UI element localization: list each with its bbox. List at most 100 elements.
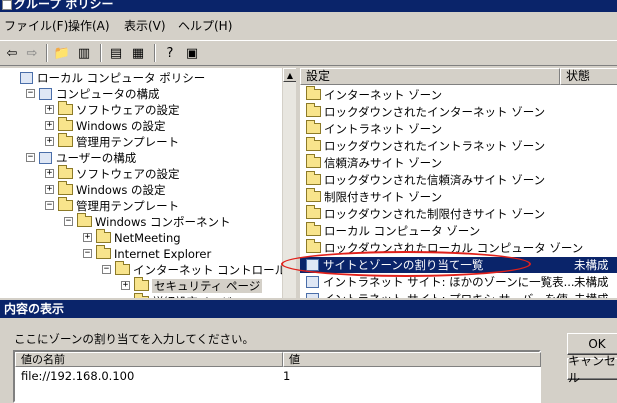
collapse-minus-icon[interactable]: − <box>102 265 111 274</box>
settings-row[interactable]: ロックダウンされた制限付きサイト ゾーン <box>300 205 617 222</box>
column-header-value[interactable]: 値 <box>283 352 541 367</box>
tree-item[interactable]: コンピュータの構成 <box>39 86 160 102</box>
folder-icon <box>115 261 130 275</box>
collapse-minus-icon[interactable]: − <box>64 217 73 226</box>
collapse-minus-icon[interactable]: − <box>83 249 92 258</box>
folder-icon <box>306 120 321 134</box>
folder-icon <box>134 277 149 291</box>
export-list-icon[interactable]: ▦ <box>128 44 148 62</box>
settings-row-label: ロックダウンされた信頼済みサイト ゾーン <box>324 173 546 187</box>
cancel-button[interactable]: キャンセル <box>567 354 617 385</box>
collapse-minus-icon[interactable]: − <box>26 153 35 162</box>
tree-item[interactable]: Windows の設定 <box>58 181 166 198</box>
settings-row-label: ローカル コンピュータ ゾーン <box>324 224 481 238</box>
settings-row[interactable]: サイトとゾーンの割り当て一覧 未構成 <box>300 257 617 273</box>
expand-plus-icon[interactable]: + <box>45 185 54 194</box>
collapse-minus-icon[interactable]: − <box>26 89 35 98</box>
settings-row-label: イントラネット サイト: ほかのゾーンに一覧表... <box>323 275 575 289</box>
settings-row[interactable]: ロックダウンされたインターネット ゾーン <box>300 103 617 120</box>
settings-row[interactable]: 信頼済みサイト ゾーン <box>300 154 617 171</box>
column-header-state[interactable]: 状態 <box>560 68 617 85</box>
settings-row-label: イントラネット サイト: プロキシ サーバーを使... <box>323 292 579 298</box>
expand-plus-icon[interactable]: + <box>83 233 92 242</box>
settings-row[interactable]: ロックダウンされたローカル コンピュータ ゾーン <box>300 239 617 256</box>
expand-plus-icon[interactable]: + <box>45 137 54 146</box>
folder-icon <box>306 239 321 253</box>
folder-icon <box>306 205 321 219</box>
tree-item-label: 管理用テンプレート <box>76 135 180 149</box>
dialog-prompt: ここにゾーンの割り当てを入力してください。 <box>14 332 255 346</box>
menu-help[interactable]: ヘルプ(H) <box>178 19 232 33</box>
expand-plus-icon[interactable]: + <box>45 105 54 114</box>
tree-item[interactable]: ユーザーの構成 <box>39 150 136 166</box>
settings-row[interactable]: ロックダウンされた信頼済みサイト ゾーン <box>300 171 617 188</box>
forward-arrow-icon[interactable]: ⇨ <box>22 44 42 62</box>
show-contents-dialog: 内容の表示 ここにゾーンの割り当てを入力してください。 値の名前 値 file:… <box>0 300 617 403</box>
tree-item[interactable]: NetMeeting <box>96 229 181 246</box>
up-folder-icon[interactable]: 📁 <box>52 44 72 62</box>
column-header-setting[interactable]: 設定 <box>300 68 560 85</box>
tree-item[interactable]: インターネット コントロール パネル <box>115 261 295 278</box>
settings-row-label: サイトとゾーンの割り当て一覧 <box>323 258 484 272</box>
tree-item[interactable]: ソフトウェアの設定 <box>58 101 180 118</box>
value-row[interactable]: file://192.168.0.100 1 <box>15 368 541 384</box>
scroll-up-arrow-icon[interactable]: ▲ <box>283 68 297 82</box>
computer-icon <box>39 88 52 100</box>
values-listbox[interactable]: 値の名前 値 file://192.168.0.100 1 <box>13 350 541 403</box>
settings-row-label: 制限付きサイト ゾーン <box>324 190 443 204</box>
menu-view[interactable]: 表示(V) <box>124 19 166 33</box>
tree-item[interactable]: Windows の設定 <box>58 117 166 134</box>
settings-row-state: 未構成 <box>574 291 609 298</box>
properties-icon[interactable]: ▤ <box>106 44 126 62</box>
settings-row[interactable]: イントラネット サイト: ほかのゾーンに一覧表... 未構成 <box>300 274 617 290</box>
expand-plus-icon[interactable]: + <box>45 121 54 130</box>
column-header-value-name[interactable]: 値の名前 <box>15 352 283 367</box>
user-icon <box>39 152 52 164</box>
tree-item[interactable]: ソフトウェアの設定 <box>58 165 180 182</box>
tree-pane: ローカル コンピュータ ポリシー コンピュータの構成 − ソフトウェアの設定 + Wind… <box>0 68 296 298</box>
group-policy-icon <box>2 0 12 10</box>
folder-icon <box>306 171 321 185</box>
value-row-value: 1 <box>283 369 291 383</box>
tree-item[interactable]: 管理用テンプレート <box>58 197 180 214</box>
folder-icon <box>58 133 73 147</box>
menu-file[interactable]: ファイル(F) <box>4 19 68 33</box>
settings-row[interactable]: イントラネット ゾーン <box>300 120 617 137</box>
tree-item[interactable]: Windows コンポーネント <box>77 213 231 230</box>
tree-item[interactable]: Internet Explorer <box>96 245 211 262</box>
tree-item-label: Windows の設定 <box>76 183 166 197</box>
settings-row[interactable]: ロックダウンされたイントラネット ゾーン <box>300 137 617 154</box>
folder-icon <box>96 229 111 243</box>
settings-row[interactable]: 制限付きサイト ゾーン <box>300 188 617 205</box>
settings-row[interactable]: イントラネット サイト: プロキシ サーバーを使...未構成 <box>300 291 617 298</box>
help-icon[interactable]: ? <box>160 44 180 62</box>
settings-row[interactable]: ローカル コンピュータ ゾーン <box>300 222 617 239</box>
settings-row[interactable]: インターネット ゾーン <box>300 86 617 103</box>
tree-item-label: セキュリティ ページ <box>152 279 263 293</box>
back-arrow-icon[interactable]: ⇦ <box>2 44 22 62</box>
tree-item-label: 管理用テンプレート <box>76 199 180 213</box>
tree-view: ローカル コンピュータ ポリシー コンピュータの構成 − ソフトウェアの設定 + Wind… <box>0 68 295 298</box>
tree-item-label: ユーザーの構成 <box>56 151 137 165</box>
tree-scrollbar[interactable]: ▲ <box>282 68 297 298</box>
tree-item[interactable]: 管理用テンプレート <box>58 133 180 150</box>
tree-item[interactable]: セキュリティ ページ <box>134 277 263 294</box>
settings-row-label: ロックダウンされた制限付きサイト ゾーン <box>324 207 546 221</box>
value-row-name: file://192.168.0.100 <box>21 369 135 383</box>
expand-plus-icon[interactable]: + <box>121 281 130 290</box>
folder-icon <box>306 188 321 202</box>
settings-row-label: ロックダウンされたイントラネット ゾーン <box>324 139 546 153</box>
tree-item-label: NetMeeting <box>114 231 181 245</box>
folder-icon <box>77 213 92 227</box>
folder-icon <box>58 165 73 179</box>
show-hide-action-pane-icon[interactable]: ▣ <box>182 44 202 62</box>
settings-row-state: 未構成 <box>574 258 609 272</box>
tree-item[interactable]: 詳細設定ページ <box>134 293 232 298</box>
tree-item[interactable]: ローカル コンピュータ ポリシー <box>20 70 205 86</box>
show-hide-tree-icon[interactable]: ▥ <box>74 44 94 62</box>
menu-action[interactable]: 操作(A) <box>68 19 110 33</box>
toolbar-separator <box>154 44 156 62</box>
folder-icon <box>306 222 321 236</box>
collapse-minus-icon[interactable]: − <box>45 201 54 210</box>
expand-plus-icon[interactable]: + <box>45 169 54 178</box>
